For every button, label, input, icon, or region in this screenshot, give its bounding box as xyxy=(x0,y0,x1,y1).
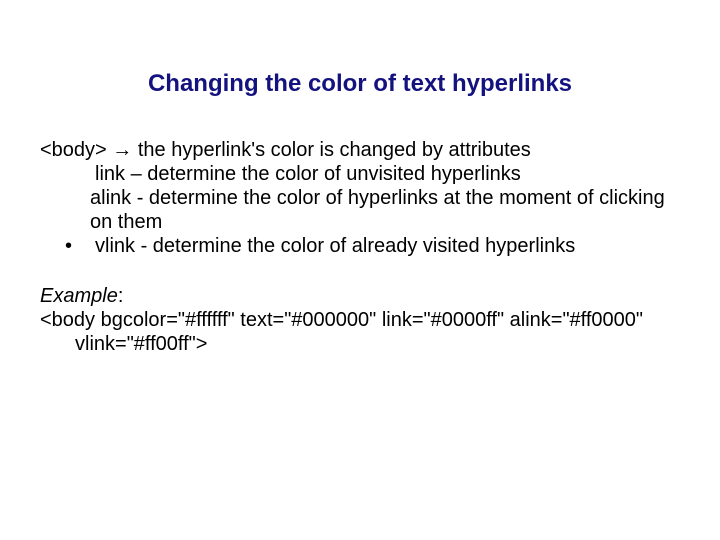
body-tag-text: <body> xyxy=(40,139,112,161)
example-colon: : xyxy=(118,285,124,307)
spacer xyxy=(40,258,680,284)
example-code: <body bgcolor="#ffffff" text="#000000" l… xyxy=(40,308,680,356)
link-attr-line: link – determine the color of unvisited … xyxy=(40,162,680,186)
intro-line: <body> → the hyperlink's color is change… xyxy=(40,138,680,162)
slide-body: <body> → the hyperlink's color is change… xyxy=(40,138,680,356)
example-label: Example xyxy=(40,285,118,307)
slide-title: Changing the color of text hyperlinks xyxy=(40,70,680,98)
vlink-attr-line: vlink - determine the color of already v… xyxy=(95,234,680,258)
arrow-icon: → xyxy=(112,139,132,161)
vlink-bullet-row: • vlink - determine the color of already… xyxy=(40,234,680,258)
alink-attr-line: alink - determine the color of hyperlink… xyxy=(40,186,680,234)
bullet-icon: • xyxy=(40,234,95,258)
slide: Changing the color of text hyperlinks <b… xyxy=(0,0,720,540)
example-line: Example: xyxy=(40,284,680,308)
intro-rest: the hyperlink's color is changed by attr… xyxy=(132,139,530,161)
